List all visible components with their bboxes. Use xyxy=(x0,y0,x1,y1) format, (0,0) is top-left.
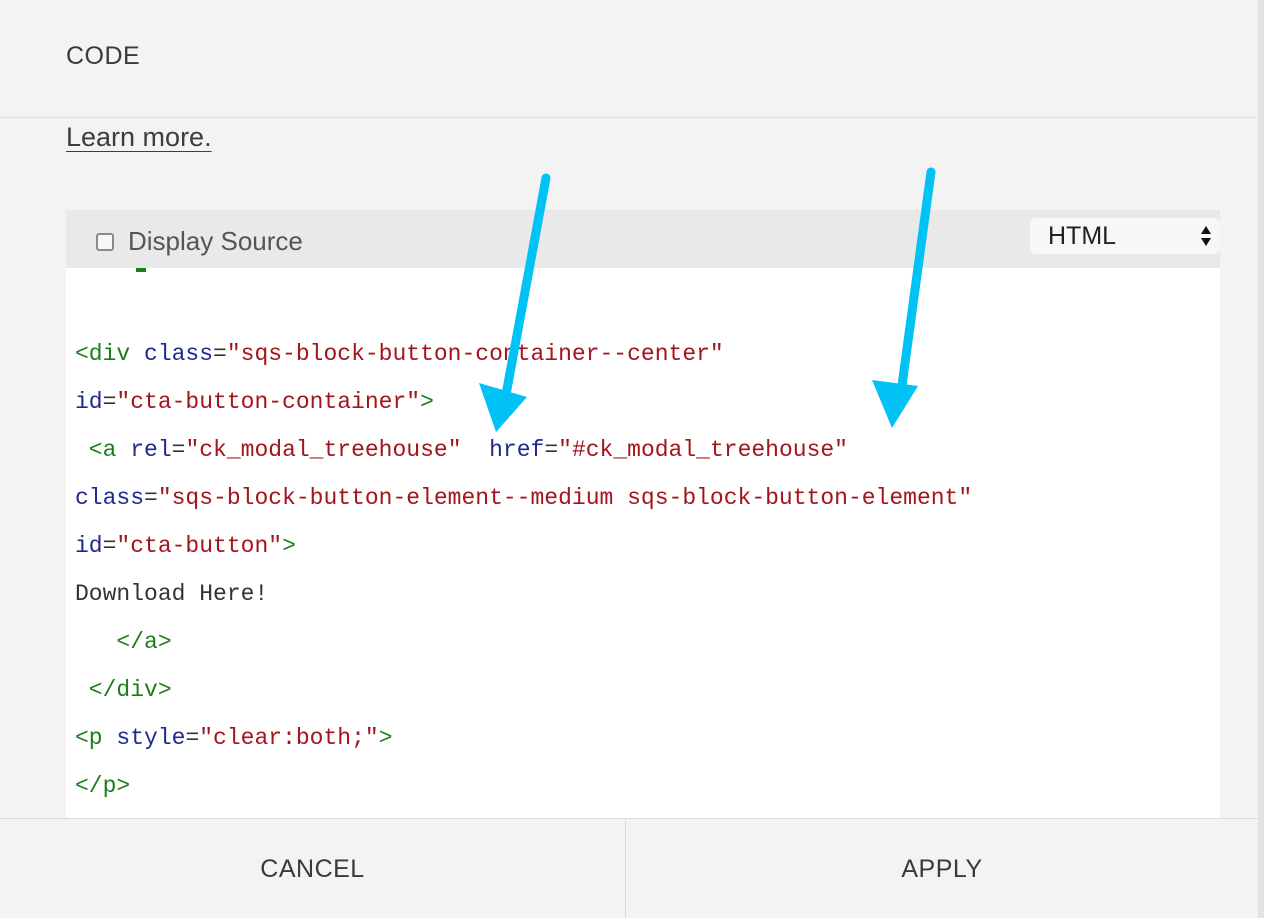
code-token: = xyxy=(102,533,117,559)
code-token: > xyxy=(282,533,296,559)
code-token: style xyxy=(116,725,186,751)
language-select[interactable]: HTML xyxy=(1030,218,1220,254)
code-token: = xyxy=(213,341,227,367)
code-token: "clear:both;" xyxy=(199,725,379,751)
display-source-toggle[interactable]: Display Source xyxy=(96,226,303,257)
code-line: class="sqs-block-button-element--medium … xyxy=(75,484,972,512)
code-token: class xyxy=(75,485,145,511)
dialog-title: CODE xyxy=(66,42,141,70)
code-token: "ck_modal_treehouse" xyxy=(185,437,462,463)
apply-button[interactable]: APPLY xyxy=(626,819,1258,918)
display-source-label: Display Source xyxy=(128,226,303,256)
code-token: "cta-button-container" xyxy=(116,389,421,415)
code-token: </p> xyxy=(75,773,131,799)
code-token: > xyxy=(378,725,393,751)
code-token: id xyxy=(75,533,103,559)
code-line: </a> xyxy=(75,628,172,656)
code-token: = xyxy=(102,389,117,415)
dialog-footer: CANCEL APPLY xyxy=(0,818,1258,918)
editor-toolbar: Display Source HTML xyxy=(66,210,1220,268)
select-arrows-icon xyxy=(1201,226,1211,246)
code-line: </div> xyxy=(75,676,172,704)
code-line: id="cta-button-container"> xyxy=(75,388,434,416)
code-line: <p style="clear:both;"> xyxy=(75,724,393,752)
code-token: </div> xyxy=(75,677,172,703)
code-editor[interactable]: <div class="sqs-block-button-container--… xyxy=(66,268,1220,818)
code-token: > xyxy=(420,389,434,415)
code-line: <div class="sqs-block-button-container--… xyxy=(75,340,724,368)
code-token: Download Here! xyxy=(75,581,269,607)
code-token: "cta-button" xyxy=(116,533,283,559)
display-source-checkbox[interactable] xyxy=(96,232,114,251)
code-token: <a xyxy=(75,437,131,463)
code-token: </a> xyxy=(75,629,172,655)
code-token: id xyxy=(75,389,103,415)
code-line: Download Here! xyxy=(75,580,268,608)
code-token: <p xyxy=(75,725,117,751)
code-line: <a rel="ck_modal_treehouse" href="#ck_mo… xyxy=(75,436,848,464)
code-token: class xyxy=(144,341,214,367)
code-token: = xyxy=(171,437,186,463)
code-token: "#ck_modal_treehouse" xyxy=(558,437,848,463)
scrolled-line-fragment xyxy=(136,268,146,272)
code-line: id="cta-button"> xyxy=(75,532,296,560)
code-token: = xyxy=(185,725,200,751)
code-block-dialog: CODE Learn more. Display Source HTML <di… xyxy=(0,0,1264,918)
code-token: rel xyxy=(130,437,172,463)
code-token: "sqs-block-button-container--center" xyxy=(226,341,724,367)
code-line: </p> xyxy=(75,772,130,800)
dialog-header: CODE xyxy=(0,0,1258,118)
code-token: "sqs-block-button-element--medium sqs-bl… xyxy=(157,485,973,511)
cancel-button[interactable]: CANCEL xyxy=(0,819,626,918)
learn-more-link[interactable]: Learn more. xyxy=(66,122,212,153)
code-token: = xyxy=(544,437,559,463)
code-token: href xyxy=(489,437,545,463)
code-token: <div xyxy=(75,341,145,367)
language-select-value: HTML xyxy=(1048,222,1117,250)
code-token: = xyxy=(144,485,158,511)
